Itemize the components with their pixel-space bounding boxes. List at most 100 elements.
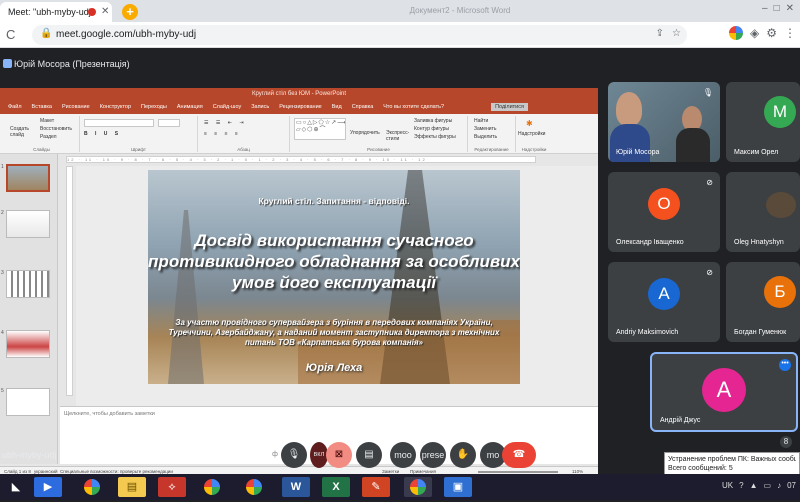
participant-tile-self[interactable]: А Андрій Джус ••• [650,352,798,432]
extension-icon[interactable]: ◈ [750,26,759,40]
system-notification[interactable]: Устранение проблем ПК: Важных сообщений … [664,452,800,476]
find-button[interactable]: Найти [474,118,488,124]
pdf-app-icon[interactable]: ⟡ [158,477,186,497]
reload-icon[interactable]: C [6,27,15,42]
share-icon[interactable]: ⇪ [656,28,664,39]
reset-button[interactable]: Восстановить [40,126,72,132]
ppt-share-button[interactable]: Поділитися [491,103,528,111]
participant-count-badge[interactable]: 8 [780,436,792,448]
bookmark-star-icon[interactable]: ☆ [672,28,681,39]
help-icon[interactable]: ? [739,481,743,490]
tab-close-icon[interactable]: ✕ [101,6,109,17]
excel-icon[interactable]: X [322,477,350,497]
chrome-taskbar-icon[interactable] [404,477,432,497]
network-icon[interactable]: ▲ [750,481,758,490]
address-bar[interactable]: 🔒 meet.google.com/ubh-myby-udj ⇪ ☆ [32,25,687,45]
vertical-ruler [66,166,73,396]
shape-effects-button[interactable]: Эффекты фигуры [414,134,456,140]
tab-meet[interactable]: Meet: "ubh-myby-udj" ✕ [0,2,112,22]
window-title: Документ2 - Microsoft Word [409,6,511,15]
section-button[interactable]: Раздел [40,134,57,140]
ppt-tab-insert[interactable]: Вставка [28,103,56,111]
participant-tile[interactable]: О Олександр Іващенко ⊘ [608,172,720,252]
word-icon[interactable]: W [282,477,310,497]
chrome-taskbar-icon[interactable] [78,477,106,497]
list-buttons[interactable]: ☰ ☰ ⇤ ⇥ [204,120,247,126]
start-button[interactable]: ◣ [2,477,30,497]
ppt-tab-transitions[interactable]: Переходы [137,103,171,111]
addins-button[interactable]: Надстройки [518,131,545,137]
chrome-icon [410,479,426,495]
ppt-tab-animations[interactable]: Анимация [173,103,207,111]
minimize-button[interactable]: – [762,3,768,14]
more-options-icon[interactable]: ••• [779,359,791,371]
ppt-tab-design[interactable]: Конструктор [96,103,135,111]
ppt-tab-file[interactable]: Файл [4,103,26,111]
language-indicator[interactable]: UK [722,481,733,490]
slide-thumbnail[interactable] [6,330,50,358]
chrome-taskbar-icon[interactable] [240,477,268,497]
toolbar-extensions: ◈ ⚙ ⋮ [729,26,796,40]
participant-tile[interactable]: M Максим Орел [726,82,800,162]
participant-tile[interactable]: Б Богдан Гуменюк [726,262,800,342]
shape-fill-button[interactable]: Заливка фигуры [414,118,452,124]
lock-icon: 🔒 [40,28,53,39]
slide-body: За участю провідного супервайзера з бурі… [168,318,500,347]
ppt-tell-me[interactable]: Что вы хотите сделать? [379,103,448,111]
select-button[interactable]: Выделить [474,134,497,140]
slide-thumbnail[interactable] [6,210,50,238]
reactions-button[interactable]: moo [390,442,416,468]
slide-thumbnail[interactable] [6,388,50,416]
acrobat-icon[interactable]: ✎ [362,477,390,497]
participant-name: Andriy Maksimovich [616,329,679,336]
ppt-workspace: 1 2 3 4 5 12 · 11 · 10 · 9 · 8 · 7 · 6 ·… [0,154,598,474]
ppt-tab-draw[interactable]: Рисование [58,103,94,111]
google-extension-icon[interactable] [729,26,743,40]
font-format-buttons[interactable]: B I U S [84,131,121,137]
raise-hand-button[interactable]: ✋ [450,442,476,468]
chrome-taskbar-icon[interactable] [198,477,226,497]
battery-icon[interactable]: ▭ [764,481,772,490]
zoom-slider[interactable] [478,471,558,473]
captions-button[interactable]: ▤ [356,442,382,468]
maximize-button[interactable]: □ [774,3,780,14]
participant-tile[interactable]: A Andriy Maksimovich ⊘ [608,262,720,342]
replace-button[interactable]: Заменить [474,126,496,132]
clock[interactable]: 07 [787,481,796,490]
new-slide-button[interactable]: Создать слайд [10,126,29,138]
present-button[interactable]: prese [420,442,446,468]
new-tab-button[interactable]: + [122,4,138,20]
slide-canvas: Круглий стіл. Запитання - відповіді. Дос… [76,166,598,406]
quick-styles-button[interactable]: Экспресс- стили [386,130,409,142]
font-name-select[interactable] [84,119,154,127]
ppt-tab-view[interactable]: Вид [328,103,346,111]
arrange-button[interactable]: Упорядочить [350,130,380,136]
thumb-number: 2 [1,210,4,216]
align-buttons[interactable]: ≡ ≡ ≡ ≡ [204,131,241,137]
slide-thumbnail[interactable] [6,164,50,192]
leave-call-button[interactable]: ☎ [502,442,536,468]
media-app-icon[interactable]: ▶ [34,477,62,497]
microphone-button[interactable]: 🎙 [281,442,307,468]
close-window-button[interactable]: ✕ [786,3,794,14]
file-explorer-icon[interactable]: ▤ [118,477,146,497]
ppt-tab-review[interactable]: Рецензирование [275,103,325,111]
menu-kebab-icon[interactable]: ⋮ [784,26,796,40]
slide-thumbnail[interactable] [6,270,50,298]
group-label-font: Шрифт [131,147,146,152]
participant-tile[interactable]: Юрій Мосора 🎙 [608,82,720,162]
participant-avatar-photo [766,192,796,218]
meet-app-icon[interactable]: ▣ [444,477,472,497]
volume-icon[interactable]: ♪ [777,481,781,490]
camera-off-button[interactable]: ⊠ [326,442,352,468]
participant-tile[interactable]: Oleg Hnatyshyn [726,172,800,252]
shape-outline-button[interactable]: Контур фигуры [414,126,449,132]
group-label-slides: Слайды [33,147,50,152]
ppt-tab-help[interactable]: Справка [348,103,378,111]
settings-icon[interactable]: ⚙ [766,26,777,40]
current-slide[interactable]: Круглий стіл. Запитання - відповіді. Дос… [148,170,520,384]
ppt-tab-record[interactable]: Запись [247,103,273,111]
font-size-select[interactable] [158,119,180,127]
layout-button[interactable]: Макет [40,118,54,124]
ppt-tab-slideshow[interactable]: Слайд-шоу [209,103,246,111]
